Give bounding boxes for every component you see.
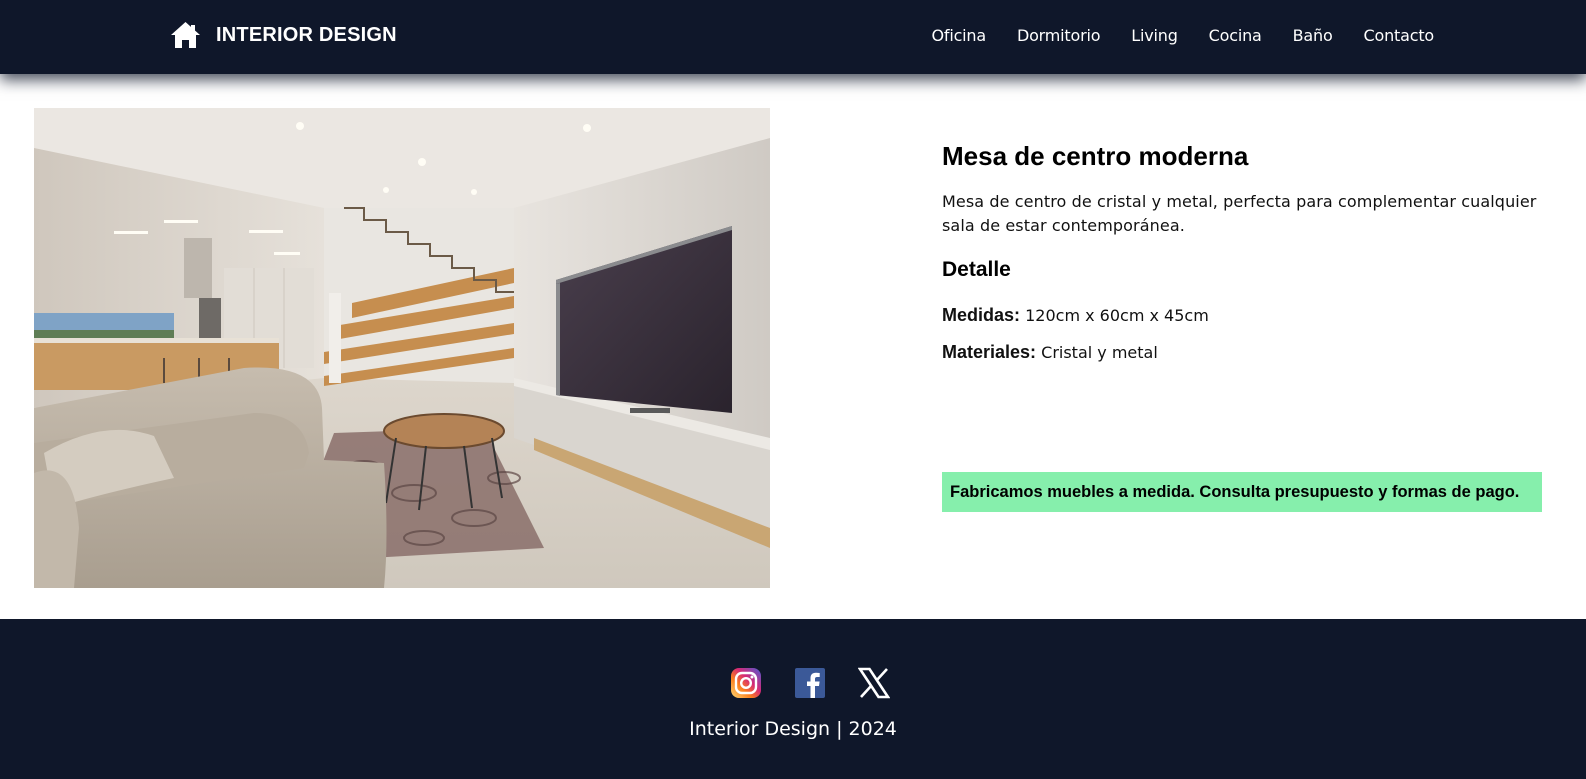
copyright-text: Interior Design | 2024	[689, 718, 897, 740]
product-info: Mesa de centro moderna Mesa de centro de…	[942, 140, 1542, 364]
site-footer: Interior Design | 2024	[0, 619, 1586, 779]
main-nav: Oficina Dormitorio Living Cocina Baño Co…	[901, 25, 1435, 47]
spec-value: Cristal y metal	[1041, 343, 1158, 362]
brand[interactable]: INTERIOR DESIGN	[170, 21, 397, 49]
product-image	[34, 108, 770, 588]
promo-banner: Fabricamos muebles a medida. Consulta pr…	[942, 472, 1542, 512]
nav-item-living[interactable]: Living	[1131, 25, 1178, 47]
nav-item-contacto[interactable]: Contacto	[1364, 25, 1435, 47]
detail-heading: Detalle	[942, 258, 1011, 281]
spec-medidas: Medidas: 120cm x 60cm x 45cm	[942, 304, 1542, 327]
spec-label: Medidas:	[942, 305, 1021, 325]
brand-name: INTERIOR DESIGN	[216, 23, 397, 46]
spec-label: Materiales:	[942, 342, 1037, 362]
spec-value: 120cm x 60cm x 45cm	[1025, 306, 1209, 325]
x-icon[interactable]	[857, 667, 891, 699]
nav-item-cocina[interactable]: Cocina	[1209, 25, 1262, 47]
home-icon	[170, 21, 201, 49]
spec-materiales: Materiales: Cristal y metal	[942, 341, 1542, 364]
product-title: Mesa de centro moderna	[942, 141, 1249, 171]
product-description: Mesa de centro de cristal y metal, perfe…	[942, 192, 1537, 235]
instagram-icon[interactable]	[730, 667, 762, 699]
site-header: INTERIOR DESIGN Oficina Dormitorio Livin…	[0, 0, 1586, 74]
social-links	[730, 667, 891, 699]
nav-item-bano[interactable]: Baño	[1293, 25, 1333, 47]
facebook-icon[interactable]	[794, 667, 826, 699]
nav-item-dormitorio[interactable]: Dormitorio	[1017, 25, 1101, 47]
nav-item-oficina[interactable]: Oficina	[932, 25, 987, 47]
